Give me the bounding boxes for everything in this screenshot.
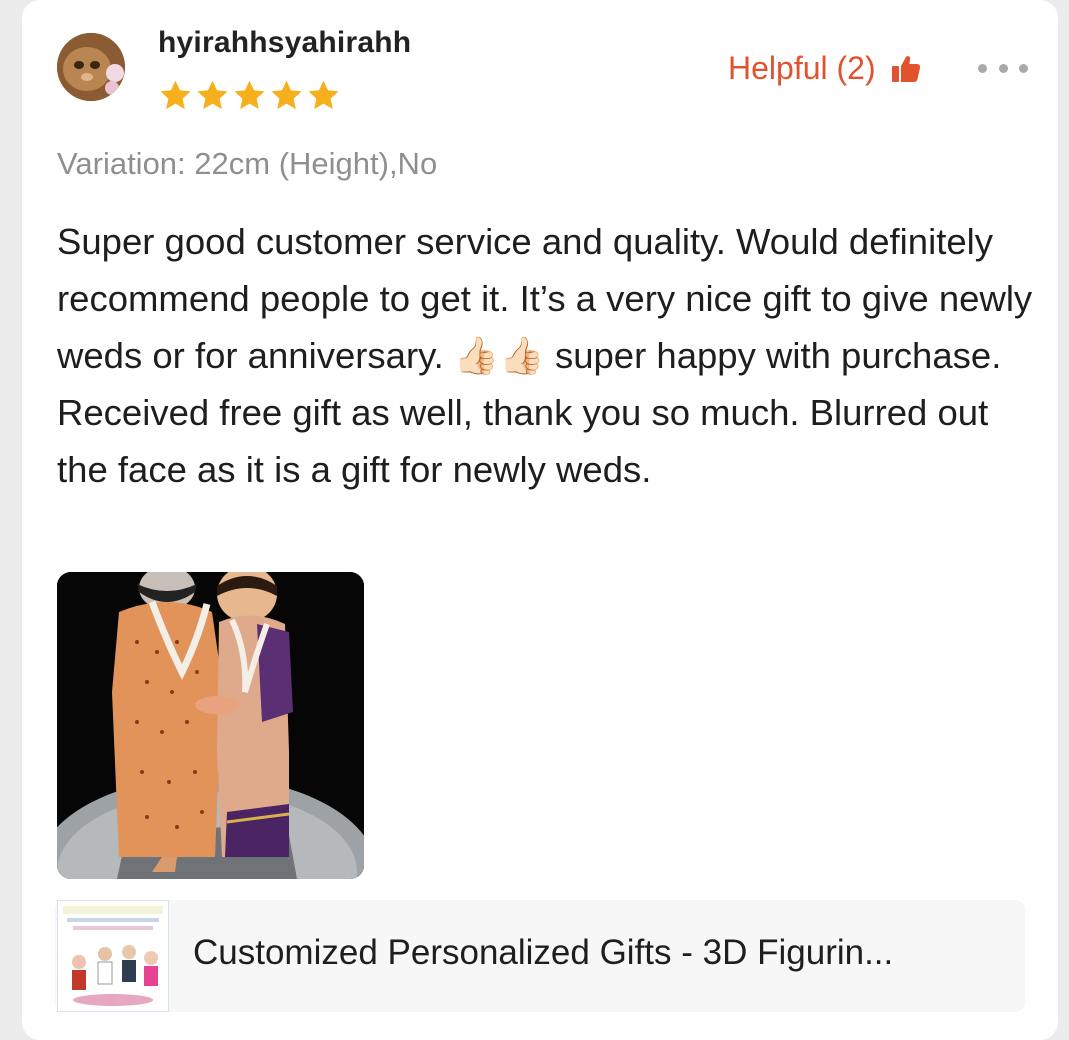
more-dot: [978, 63, 987, 73]
product-thumbnail: [57, 900, 169, 1012]
star-icon: [197, 80, 228, 110]
helpful-button[interactable]: Helpful (2): [728, 50, 922, 87]
more-dot: [998, 63, 1008, 73]
star-icon: [234, 80, 265, 110]
product-link[interactable]: Customized Personalized Gifts - 3D Figur…: [55, 900, 1025, 1012]
product-title: Customized Personalized Gifts - 3D Figur…: [193, 933, 894, 972]
review-photo[interactable]: [57, 572, 364, 879]
star-rating: [158, 78, 341, 114]
product-thumbnail-image: [57, 900, 169, 1012]
helpful-label: Helpful (2): [728, 50, 876, 86]
star-icon: [308, 80, 339, 110]
variation-text: Variation: 22cm (Height),No: [57, 146, 438, 181]
avatar-image: [57, 33, 125, 101]
review-text: Super good customer service and quality.…: [57, 221, 1033, 490]
star-icon: [160, 80, 191, 110]
thumbs-up-icon: [891, 55, 920, 82]
more-options-icon[interactable]: [978, 56, 1028, 80]
figurine-photo-image: [57, 572, 364, 879]
more-dot: [1019, 63, 1028, 73]
avatar[interactable]: [57, 33, 125, 101]
reviewer-username[interactable]: hyirahhsyahirahh: [158, 26, 411, 60]
star-icon: [271, 80, 302, 110]
